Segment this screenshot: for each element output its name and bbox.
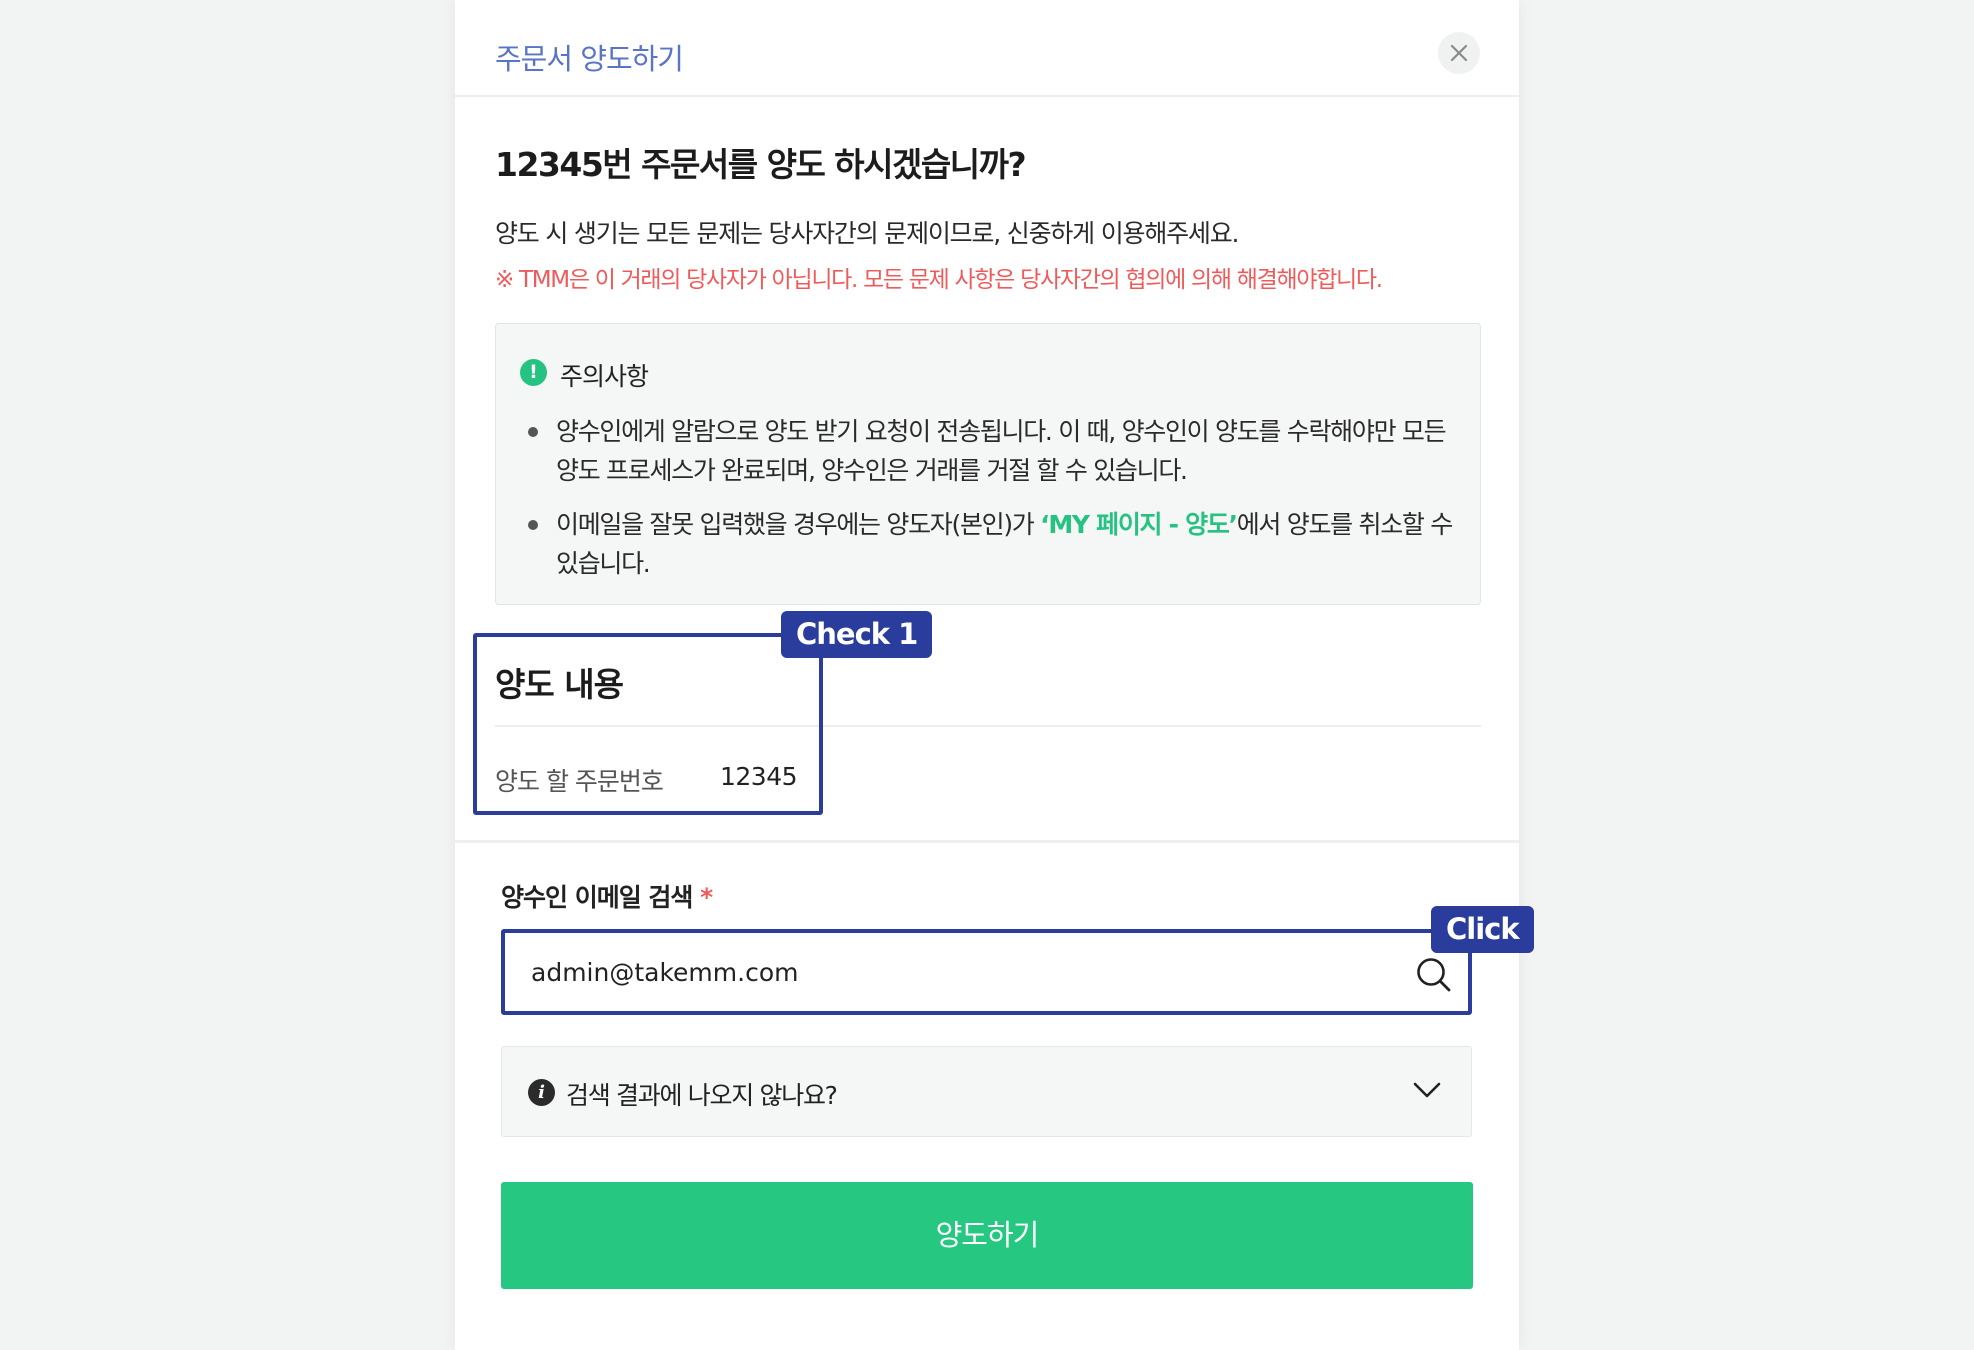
caution-bullet-2: 이메일을 잘못 입력했을 경우에는 양도자(본인)가 ‘MY 페이지 - 양도’… xyxy=(556,505,1456,583)
transfer-description: 양도 시 생기는 모든 문제는 당사자간의 문제이므로, 신중하게 이용해주세요… xyxy=(495,219,1239,248)
caution-box: ! 주의사항 양수인에게 알람으로 양도 받기 요청이 전송됩니다. 이 때, … xyxy=(495,323,1481,605)
check-annotation-tag: Check 1 xyxy=(781,611,933,658)
caution-bullet-1: 양수인에게 알람으로 양도 받기 요청이 전송됩니다. 이 때, 양수인이 양도… xyxy=(556,417,1447,485)
chevron-down-icon[interactable] xyxy=(1412,1080,1442,1100)
bullet-dot xyxy=(528,427,538,437)
email-search-input[interactable] xyxy=(531,949,1391,995)
exclamation-circle-icon: ! xyxy=(520,359,547,386)
search-help-accordion[interactable]: i 검색 결과에 나오지 않나요? xyxy=(501,1046,1472,1137)
email-search-box[interactable] xyxy=(501,929,1472,1015)
bullet-dot xyxy=(528,520,538,530)
transfer-modal: 주문서 양도하기 12345번 주문서를 양도 하시겠습니까? 양도 시 생기는… xyxy=(455,0,1534,1350)
my-page-transfer-link-text: ‘MY 페이지 - 양도’ xyxy=(1040,510,1238,539)
caution-title: 주의사항 xyxy=(560,362,649,391)
click-annotation-tag: Click 2 xyxy=(1431,906,1534,993)
caution-bullet-2-prefix: 이메일을 잘못 입력했을 경우에는 양도자(본인)가 xyxy=(556,510,1041,539)
close-icon xyxy=(1450,44,1468,62)
transfer-warning: ※ TMM은 이 거래의 당사자가 아닙니다. 모든 문제 사항은 당사자간의 … xyxy=(495,267,1383,293)
transfer-submit-button[interactable]: 양도하기 xyxy=(501,1182,1473,1289)
check-annotation-box xyxy=(473,633,823,815)
modal-header: 주문서 양도하기 xyxy=(455,0,1519,97)
email-search-label: 양수인 이메일 검색 * xyxy=(501,878,713,914)
info-icon: i xyxy=(528,1079,555,1106)
section-divider xyxy=(455,840,1519,843)
required-mark: * xyxy=(700,883,713,912)
modal-title: 주문서 양도하기 xyxy=(495,42,684,76)
email-search-label-text: 양수인 이메일 검색 xyxy=(501,883,693,912)
transfer-question: 12345번 주문서를 양도 하시겠습니까? xyxy=(495,145,1027,184)
close-button[interactable] xyxy=(1438,32,1480,74)
search-help-text: 검색 결과에 나오지 않나요? xyxy=(566,1081,838,1110)
